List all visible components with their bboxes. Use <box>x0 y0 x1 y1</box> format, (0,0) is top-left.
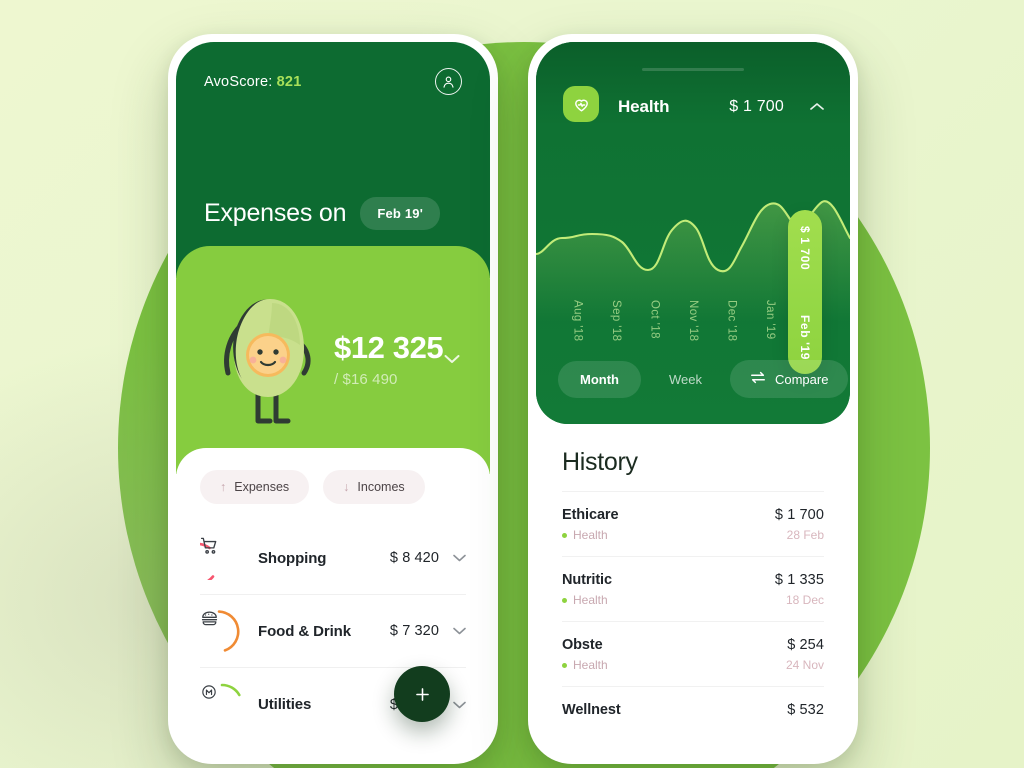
history-row[interactable]: Ethicare Health $ 1 700 28 Feb <box>562 491 824 556</box>
expense-row-shopping[interactable]: Shopping $ 8 420 <box>200 522 466 595</box>
compare-label: Compare <box>774 371 829 387</box>
history-row[interactable]: Obste Health $ 254 24 Nov <box>562 621 824 686</box>
expense-name: Shopping <box>258 549 327 567</box>
avocado-mascot <box>208 283 328 438</box>
expense-row-food-drink[interactable]: Food & Drink $ 7 320 <box>200 595 466 668</box>
history-section: History Ethicare Health $ 1 700 28 Feb N… <box>536 424 850 732</box>
date-selector-pill[interactable]: Feb 19' <box>360 197 441 230</box>
burger-icon <box>200 609 244 653</box>
selected-month-value: $ 1 700 <box>798 226 812 271</box>
left-header-toprow: AvoScore: 821 <box>204 68 462 95</box>
health-card-header: Health $ 1 700 <box>536 42 850 128</box>
segment-month[interactable]: Month <box>558 360 641 398</box>
phone-mockup-right: Health $ 1 700 Aug '18 Sep '18 Oct '18 N… <box>528 34 858 764</box>
category-ring-utilities <box>200 683 244 727</box>
health-category-label: Health <box>618 97 670 116</box>
phone-mockup-left: AvoScore: 821 Expenses on Feb 19' $12 32… <box>168 34 498 764</box>
chevron-up-icon[interactable] <box>810 98 824 116</box>
history-date: 28 Feb <box>786 528 824 542</box>
history-row[interactable]: Nutritic Health $ 1 335 18 Dec <box>562 556 824 621</box>
chip-incomes[interactable]: ↓ Incomes <box>323 470 425 504</box>
selected-month-pill[interactable]: $ 1 700 Feb '19 <box>788 210 822 374</box>
canvas: AvoScore: 821 Expenses on Feb 19' $12 32… <box>0 0 1024 768</box>
utilities-icon <box>200 683 244 727</box>
user-avatar-icon[interactable] <box>435 68 462 95</box>
heart-pulse-icon <box>562 86 604 128</box>
category-dot-icon <box>562 662 567 668</box>
history-amount: $ 532 <box>787 702 824 718</box>
history-merchant: Wellnest <box>562 702 621 718</box>
balance-amount: $12 325 <box>334 330 444 366</box>
avoscore-label: AvoScore: <box>204 73 273 90</box>
chevron-down-icon[interactable] <box>453 696 466 714</box>
history-row-right: $ 1 700 28 Feb <box>775 507 824 542</box>
expense-name: Food & Drink <box>258 622 351 640</box>
expenses-title-row: Expenses on Feb 19' <box>204 197 462 230</box>
history-row-right: $ 1 335 18 Dec <box>775 572 824 607</box>
history-row-left: Obste Health <box>562 637 608 672</box>
chevron-down-icon[interactable] <box>453 622 466 640</box>
category-dot-icon <box>562 597 567 603</box>
chart-controls: Month Week Compare <box>558 360 849 398</box>
expense-amount: $ 7 320 <box>389 623 439 639</box>
chevron-down-icon[interactable] <box>444 351 460 369</box>
health-total-amount: $ 1 700 <box>729 98 784 115</box>
right-screen: Health $ 1 700 Aug '18 Sep '18 Oct '18 N… <box>536 42 850 756</box>
category-dot-icon <box>562 532 567 538</box>
expense-amount: $ 8 420 <box>389 550 439 566</box>
shopping-cart-icon <box>200 536 244 580</box>
history-row-left: Wellnest <box>562 702 621 718</box>
history-row[interactable]: Wellnest $ 532 <box>562 686 824 732</box>
history-category: Health <box>562 593 612 607</box>
history-row-right: $ 532 <box>787 702 824 718</box>
compare-button[interactable]: Compare <box>729 360 849 398</box>
filter-chip-row: ↑ Expenses ↓ Incomes <box>200 470 466 504</box>
left-screen: AvoScore: 821 Expenses on Feb 19' $12 32… <box>176 42 490 756</box>
history-amount: $ 1 335 <box>774 572 824 588</box>
history-row-right: $ 254 24 Nov <box>786 637 824 672</box>
selected-month-label: Feb '19 <box>798 314 812 360</box>
page-title: Expenses on <box>204 199 347 227</box>
arrow-down-icon: ↓ <box>343 480 350 494</box>
avoscore-value: 821 <box>276 73 302 90</box>
history-row-left: Ethicare Health <box>562 507 619 542</box>
chip-incomes-label: Incomes <box>357 480 405 494</box>
expense-name: Utilities <box>258 696 312 713</box>
balance-card: $12 325 / $16 490 <box>176 246 490 474</box>
health-chart-card: Health $ 1 700 Aug '18 Sep '18 Oct '18 N… <box>536 42 850 424</box>
swap-arrows-icon <box>750 371 766 387</box>
history-row-left: Nutritic Health <box>562 572 612 607</box>
history-category: Health <box>562 658 608 672</box>
history-amount: $ 1 700 <box>774 507 824 523</box>
arrow-up-icon: ↑ <box>220 480 227 494</box>
category-ring-shopping <box>200 536 244 580</box>
history-category: Health <box>562 528 618 542</box>
avoscore: AvoScore: 821 <box>204 74 301 90</box>
history-amount: $ 254 <box>787 637 824 653</box>
history-merchant: Ethicare <box>562 507 619 523</box>
add-transaction-button[interactable] <box>394 666 450 722</box>
balance-amounts: $12 325 / $16 490 <box>328 330 444 388</box>
history-title: History <box>562 448 638 476</box>
history-date: 24 Nov <box>785 658 824 672</box>
chip-expenses[interactable]: ↑ Expenses <box>200 470 310 504</box>
history-date: 18 Dec <box>785 593 824 607</box>
segment-week[interactable]: Week <box>647 361 724 398</box>
history-merchant: Obste <box>562 637 603 653</box>
chip-expenses-label: Expenses <box>234 480 290 494</box>
history-merchant: Nutritic <box>562 572 612 588</box>
balance-budget: / $16 490 <box>334 370 398 388</box>
chevron-down-icon[interactable] <box>453 549 466 567</box>
left-header: AvoScore: 821 Expenses on Feb 19' <box>176 42 490 278</box>
category-ring-food-drink <box>200 609 244 653</box>
